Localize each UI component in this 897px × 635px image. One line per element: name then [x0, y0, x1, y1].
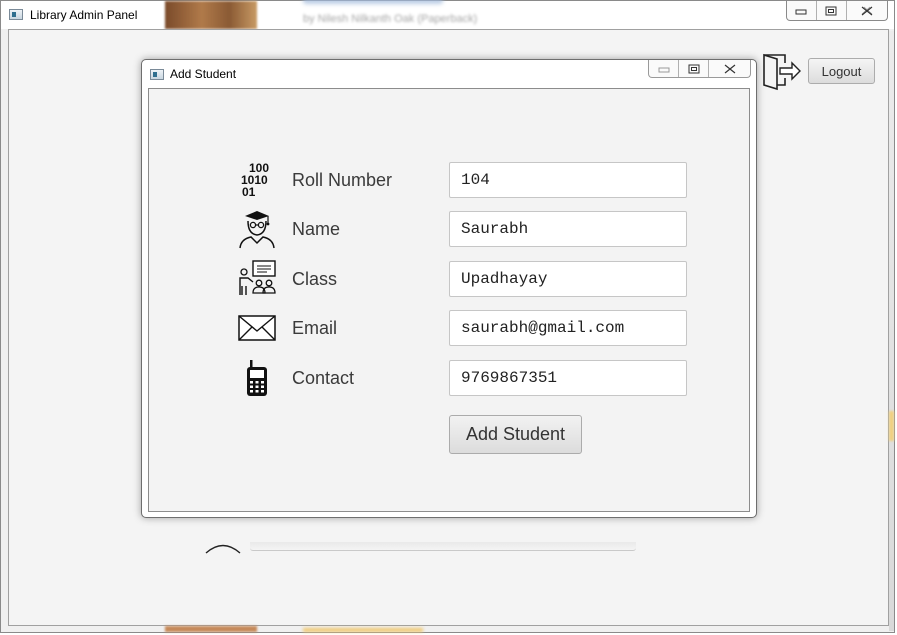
- dialog-maximize-button[interactable]: [679, 60, 710, 77]
- close-button[interactable]: [847, 1, 887, 20]
- window-title: Library Admin Panel: [30, 8, 138, 22]
- envelope-icon: [238, 315, 276, 341]
- logout-button[interactable]: Logout: [808, 58, 875, 84]
- background-input-field: [250, 542, 636, 551]
- contact-input[interactable]: 9769867351: [449, 360, 687, 396]
- name-label: Name: [292, 219, 341, 239]
- binary-icon: 100 1010 01: [241, 161, 269, 199]
- background-bottom-stars: [303, 628, 423, 632]
- background-blur-link: [303, 0, 443, 4]
- background-bottom-cover: [165, 626, 257, 632]
- name-input[interactable]: Saurabh: [449, 211, 687, 247]
- email-input[interactable]: saurabh@gmail.com: [449, 310, 687, 346]
- close-icon: [861, 6, 873, 15]
- class-label: Class: [292, 269, 338, 289]
- dialog-title: Add Student: [170, 67, 237, 81]
- roll-number-input[interactable]: 104: [449, 162, 687, 198]
- maximize-button[interactable]: [817, 1, 847, 20]
- close-icon: [724, 64, 735, 73]
- classroom-icon: [239, 260, 276, 295]
- minimize-button[interactable]: [787, 1, 817, 20]
- background-right-edge: [889, 31, 894, 631]
- dialog-close-button[interactable]: [709, 60, 750, 77]
- main-window: Library Admin Panel by Nilesh Nilkanth O…: [0, 0, 895, 633]
- add-student-dialog: Add Student 100 1010 01 Roll Number 104: [141, 59, 757, 518]
- svg-text:01: 01: [242, 185, 256, 199]
- background-book-cover: [165, 1, 257, 29]
- app-icon: [9, 9, 23, 20]
- restore-icon: [688, 64, 700, 73]
- phone-icon: [247, 360, 267, 396]
- background-rating-blur: [889, 411, 894, 441]
- minimize-icon: [658, 67, 670, 72]
- minimize-icon: [795, 9, 807, 14]
- dialog-app-icon: [150, 69, 164, 80]
- roll-number-label: Roll Number: [292, 170, 393, 190]
- main-titlebar[interactable]: Library Admin Panel by Nilesh Nilkanth O…: [1, 0, 894, 29]
- add-student-button[interactable]: Add Student: [449, 415, 582, 454]
- dialog-minimize-button[interactable]: [649, 60, 680, 77]
- contact-label: Contact: [292, 368, 355, 388]
- dialog-window-controls: [648, 60, 751, 78]
- restore-icon: [825, 6, 837, 15]
- background-person-icon: [205, 544, 241, 554]
- main-window-controls: [786, 1, 888, 21]
- logout-icon[interactable]: [761, 51, 801, 91]
- graduate-icon: [239, 211, 275, 249]
- background-book-author: by Nilesh Nilkanth Oak (Paperback): [303, 13, 478, 25]
- email-label: Email: [292, 318, 338, 338]
- dialog-form: 100 1010 01 Roll Number 104 Name Saurabh: [148, 88, 750, 512]
- class-input[interactable]: Upadhayay: [449, 261, 687, 297]
